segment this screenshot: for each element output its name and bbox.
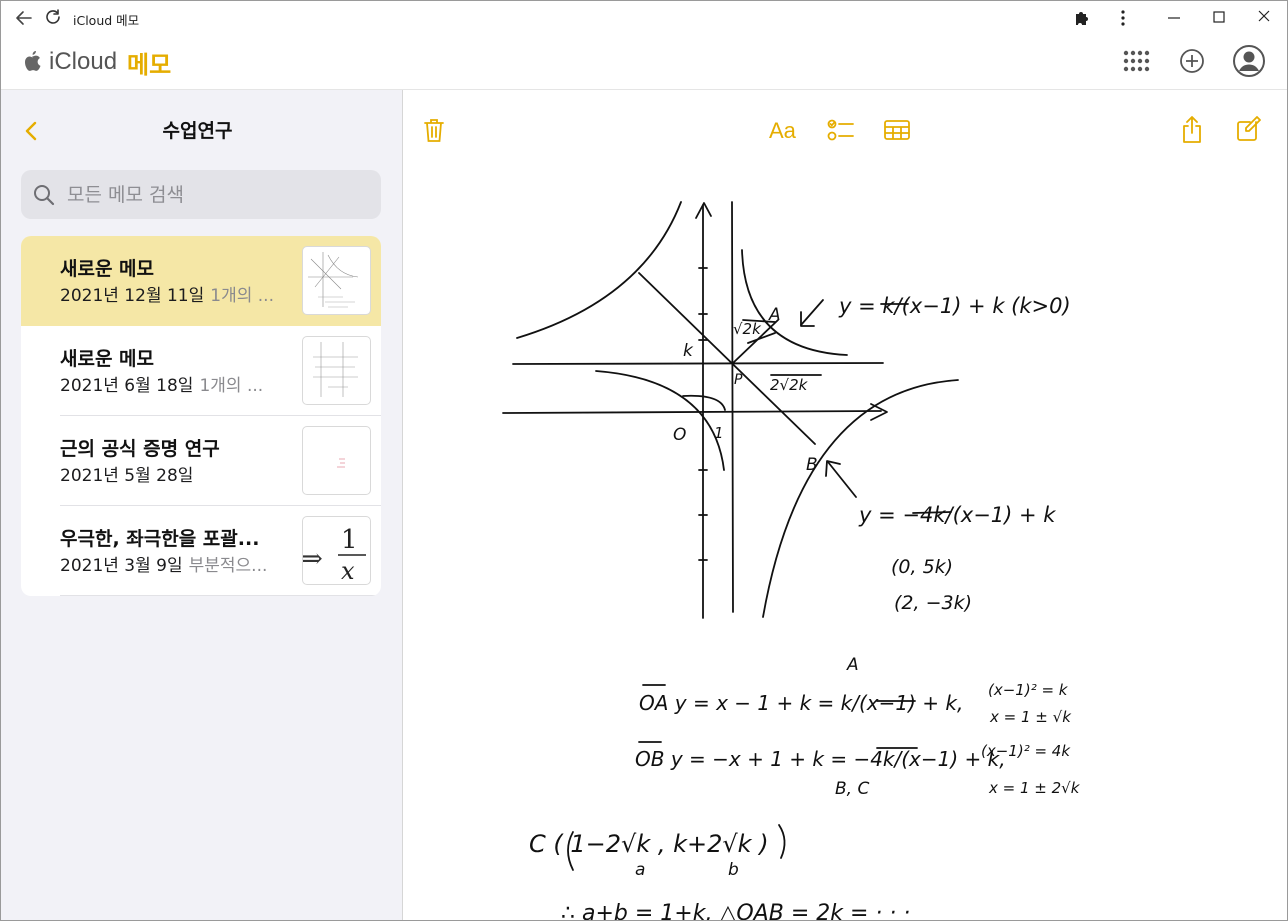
note-title: 새로운 메모 <box>60 348 155 370</box>
note-item-3[interactable]: 근의 공식 증명 연구 2021년 5월 28일 <box>21 416 381 506</box>
section-label: 메모 <box>127 50 172 79</box>
notes-list: 새로운 메모 2021년 12월 11일 1개의 ... 새로운 메모 2021년… <box>21 236 381 596</box>
eq-ob-1: (x−1)² = 4k <box>981 742 1071 760</box>
point1-label: (0, 5k) <box>891 556 953 578</box>
note-item-2[interactable]: 새로운 메모 2021년 6월 18일 1개의 ... <box>21 326 381 416</box>
note-date: 2021년 3월 9일 <box>60 556 183 576</box>
eq-oa-1: (x−1)² = k <box>988 681 1069 699</box>
eq-ob-2: x = 1 ± 2√k <box>988 779 1081 797</box>
b-label: B <box>806 455 818 475</box>
brand-label: iCloud <box>49 48 118 75</box>
icloud-logo[interactable]: iCloud 메모 <box>21 47 172 79</box>
note-preview: 1개의 ... <box>210 286 274 306</box>
sqrt2k-label: √2k <box>733 320 762 338</box>
note-title: 근의 공식 증명 연구 <box>60 438 220 460</box>
p-label: P <box>734 372 743 388</box>
note-thumbnail: ⇒ 1 x <box>302 516 371 585</box>
note-thumbnail <box>302 246 371 315</box>
curve2-equation: y = −4k/(x−1) + k <box>858 503 1056 527</box>
note-meta: 2021년 5월 28일 <box>60 461 280 486</box>
note-thumbnail <box>302 426 371 495</box>
maximize-icon[interactable] <box>1208 7 1230 29</box>
note-thumbnail <box>302 336 371 405</box>
search-box[interactable] <box>21 170 381 219</box>
note-item-4[interactable]: 우극한, 좌극한을 포괄... 2021년 3월 9일 부분적으... ⇒ 1 x <box>21 506 381 596</box>
notes-sidebar: 수업연구 새로운 메모 2021년 12월 11일1개의 ... 새로운 메모 … <box>1 90 403 920</box>
point2-label: (2, −3k) <box>894 592 972 614</box>
note-meta: 2021년 12월 11일 1개의 ... <box>60 281 280 306</box>
two-sqrt2k-label: 2√2k <box>770 376 809 394</box>
c-a-label: a <box>635 860 645 880</box>
search-icon <box>34 185 55 206</box>
curve1-equation: y = k/(x−1) + k (k>0) <box>838 294 1071 318</box>
note-title: 새로운 메모 <box>60 258 155 280</box>
conclusion-line: ∴ a+b = 1+k, △OAB = 2k = · · · <box>561 901 910 921</box>
note-meta: 2021년 3월 9일 부분적으... <box>60 551 280 576</box>
app-header: iCloud 메모 <box>1 35 1287 90</box>
title-bar: iCloud 메모 <box>1 1 1287 35</box>
more-menu-icon[interactable] <box>1115 7 1131 29</box>
search-input[interactable] <box>65 179 369 211</box>
eq-oa-2: x = 1 ± √k <box>989 708 1072 726</box>
note-date: 2021년 12월 11일 <box>60 286 205 306</box>
a-label: A <box>768 305 781 325</box>
account-avatar-icon[interactable] <box>1232 44 1266 78</box>
reload-icon[interactable] <box>43 8 65 28</box>
minimize-icon[interactable] <box>1163 7 1185 29</box>
svg-text:1: 1 <box>341 525 358 555</box>
note-meta: 2021년 6월 18일 1개의 ... <box>60 371 280 396</box>
c-b-label: b <box>728 860 739 880</box>
app-grid-icon[interactable] <box>1120 46 1150 76</box>
handwriting-canvas[interactable]: O 1 k P A B √2k 2√2k y = k/(x−1) + k (k>… <box>403 90 1287 921</box>
note-date: 2021년 6월 18일 <box>60 376 194 396</box>
line-ob-equation: OB y = −x + 1 + k = −4k/(x−1) + k, <box>635 747 1006 771</box>
back-arrow-icon[interactable] <box>13 8 35 28</box>
note-editor: Aa O 1 k P A B √2k 2√2k y = k/(x−1) + k … <box>403 90 1287 921</box>
browser-window: iCloud 메모 iCloud 메모 수업연구 새로운 메모 <box>0 0 1288 921</box>
k-label: k <box>683 341 694 361</box>
close-icon[interactable] <box>1253 7 1275 29</box>
note-preview: 부분적으... <box>188 556 268 576</box>
note-date: 2021년 5월 28일 <box>60 466 194 486</box>
a-top-label: A <box>846 655 859 675</box>
one-label: 1 <box>714 424 724 442</box>
add-circle-icon[interactable] <box>1177 46 1207 76</box>
bc-label: B, C <box>835 779 869 799</box>
window-title: iCloud 메모 <box>73 13 140 28</box>
note-item-1[interactable]: 새로운 메모 2021년 12월 11일 1개의 ... <box>21 236 381 326</box>
origin-label: O <box>673 425 686 445</box>
svg-text:⇒: ⇒ <box>303 544 323 574</box>
svg-text:x: x <box>341 557 355 584</box>
divider <box>60 595 381 596</box>
c-point: C ( 1−2√k , k+2√k ) <box>529 830 769 858</box>
line-oa-equation: OA y = x − 1 + k = k/(x−1) + k, <box>639 691 963 715</box>
note-title: 우극한, 좌극한을 포괄... <box>60 528 260 550</box>
folder-title: 수업연구 <box>162 120 233 142</box>
apple-icon <box>25 51 41 71</box>
extensions-icon[interactable] <box>1072 7 1092 29</box>
note-preview: 1개의 ... <box>199 376 264 396</box>
